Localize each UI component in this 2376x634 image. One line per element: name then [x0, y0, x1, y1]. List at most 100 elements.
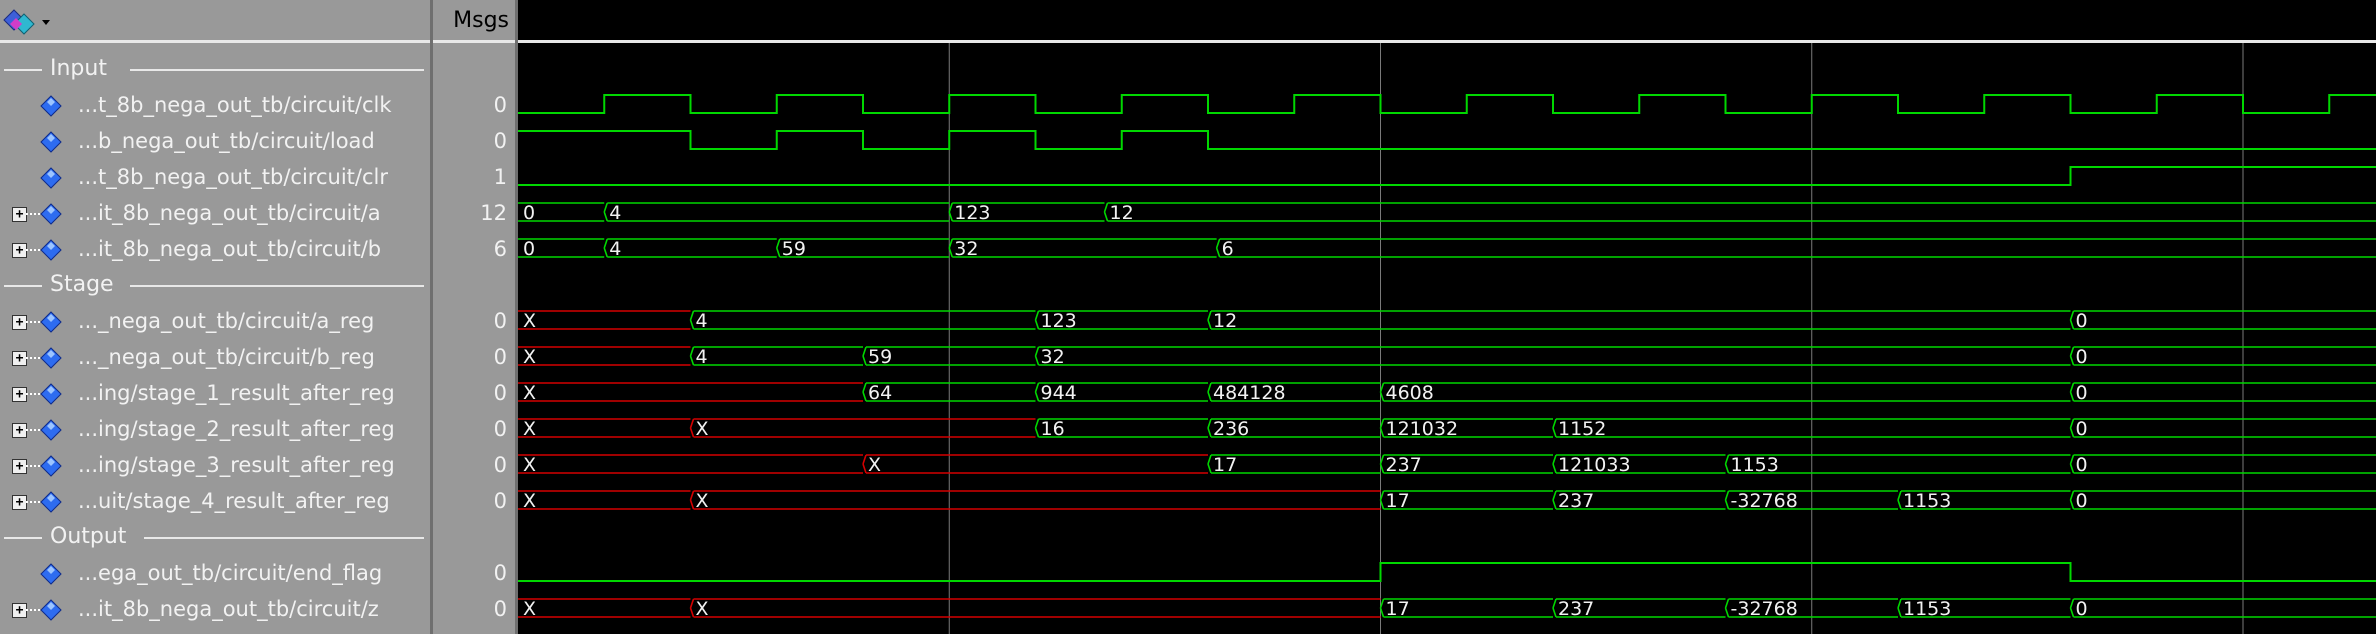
bus-value-label: 237: [1386, 454, 1422, 476]
signal-name[interactable]: ...it_8b_nega_out_tb/circuit/z: [78, 597, 379, 621]
signal-value: 0: [493, 93, 507, 117]
wave-tool-button[interactable]: [2, 4, 54, 38]
signal-value: 12: [480, 201, 507, 225]
bus-value-label: 0: [2076, 346, 2088, 368]
bus-value-label: X: [696, 418, 709, 440]
signal-row[interactable]: + ...it_8b_nega_out_tb/circuit/z 0: [0, 591, 515, 627]
signal-msg-value: 0: [433, 381, 515, 405]
bus-segment: [2069, 346, 2376, 366]
signal-msg-value: 0: [433, 417, 515, 441]
bus-value-label: 17: [1213, 454, 1237, 476]
bus-value-label: X: [523, 346, 536, 368]
bus-value-label: 0: [2076, 454, 2088, 476]
signal-row[interactable]: + ..._nega_out_tb/circuit/a_reg 0: [0, 303, 515, 339]
signal-row[interactable]: ...ega_out_tb/circuit/end_flag 0: [0, 555, 515, 591]
signal-name[interactable]: ...t_8b_nega_out_tb/circuit/clr: [78, 165, 388, 189]
signal-diamond-icon: [40, 311, 62, 333]
signal-name[interactable]: ...it_8b_nega_out_tb/circuit/a: [78, 201, 381, 225]
group-output[interactable]: Output: [0, 519, 430, 555]
tree-connector: [26, 357, 40, 359]
waveform-canvas[interactable]: 0 4 123 12 0 4 59 32 6 X 4 123 12 0 X 4 59 32 0 X 64 944 48412…: [518, 43, 2376, 634]
bus-value-label: X: [868, 454, 881, 476]
bus-segment: [2069, 382, 2376, 402]
bit-waveform: [518, 562, 2376, 582]
bus-segment: [518, 490, 691, 510]
signal-row[interactable]: ...t_8b_nega_out_tb/circuit/clk 0: [0, 87, 515, 123]
tree-connector: [26, 321, 40, 323]
signal-row[interactable]: + ..._nega_out_tb/circuit/b_reg 0: [0, 339, 515, 375]
expand-icon[interactable]: +: [12, 351, 27, 366]
bus-segment: [2069, 418, 2376, 438]
signal-msg-value: 0: [433, 561, 515, 585]
bus-value-label: 32: [954, 238, 978, 260]
signal-name[interactable]: ...b_nega_out_tb/circuit/load: [78, 129, 375, 153]
signal-row[interactable]: + ...it_8b_nega_out_tb/circuit/b 6: [0, 231, 515, 267]
bus-value-label: 4608: [1386, 382, 1434, 404]
bus-segment: [689, 598, 1381, 618]
bus-value-label: 0: [2076, 310, 2088, 332]
bus-value-label: 1153: [1903, 598, 1951, 620]
signal-name[interactable]: ...ega_out_tb/circuit/end_flag: [78, 561, 382, 585]
signal-name[interactable]: ..._nega_out_tb/circuit/b_reg: [78, 345, 375, 369]
bus-segment: [518, 382, 863, 402]
group-input[interactable]: Input: [0, 51, 430, 87]
bus-value-label: 4: [609, 238, 621, 260]
signal-msg-value: 0: [433, 597, 515, 621]
group-rule: [130, 285, 424, 287]
expand-icon[interactable]: +: [12, 603, 27, 618]
signal-name[interactable]: ...t_8b_nega_out_tb/circuit/clk: [78, 93, 392, 117]
signal-msg-value: 1: [433, 165, 515, 189]
signal-row[interactable]: + ...ing/stage_1_result_after_reg 0: [0, 375, 515, 411]
signal-value: 0: [493, 417, 507, 441]
diamond-dropdown-icon[interactable]: [2, 4, 54, 38]
signal-diamond-icon: [40, 239, 62, 261]
group-rule: [130, 69, 424, 71]
expand-icon[interactable]: +: [12, 423, 27, 438]
signal-value: 0: [493, 561, 507, 585]
expand-icon[interactable]: +: [12, 387, 27, 402]
signal-msg-value: 6: [433, 237, 515, 261]
signal-diamond-icon: [40, 95, 62, 117]
bus-value-label: 0: [2076, 418, 2088, 440]
group-stage[interactable]: Stage: [0, 267, 430, 303]
expand-icon[interactable]: +: [12, 459, 27, 474]
bit-waveform: [518, 130, 2376, 150]
signal-value: 0: [493, 345, 507, 369]
signal-diamond-icon: [40, 167, 62, 189]
signal-value: 0: [493, 489, 507, 513]
bus-value-label: 59: [868, 346, 892, 368]
expand-icon[interactable]: +: [12, 315, 27, 330]
group-rule: [144, 537, 424, 539]
bus-value-label: 0: [2076, 382, 2088, 404]
tree-connector: [26, 429, 40, 431]
bus-segment: [518, 346, 691, 366]
signal-diamond-icon: [40, 599, 62, 621]
signal-name[interactable]: ...ing/stage_3_result_after_reg: [78, 453, 395, 477]
bus-value-label: 237: [1558, 490, 1594, 512]
bus-segment: [862, 454, 1208, 474]
signal-row[interactable]: ...b_nega_out_tb/circuit/load 0: [0, 123, 515, 159]
signal-msg-value: 0: [433, 489, 515, 513]
signal-name[interactable]: ...ing/stage_1_result_after_reg: [78, 381, 395, 405]
expand-icon[interactable]: +: [12, 243, 27, 258]
expand-icon[interactable]: +: [12, 495, 27, 510]
signal-name[interactable]: ...it_8b_nega_out_tb/circuit/b: [78, 237, 381, 261]
bus-segment: [2069, 310, 2376, 330]
bus-value-label: 121032: [1386, 418, 1459, 440]
signal-row[interactable]: + ...uit/stage_4_result_after_reg 0: [0, 483, 515, 519]
signal-row[interactable]: + ...it_8b_nega_out_tb/circuit/a 12: [0, 195, 515, 231]
bus-value-label: -32768: [1731, 490, 1798, 512]
expand-icon[interactable]: +: [12, 207, 27, 222]
bus-value-label: -32768: [1731, 598, 1798, 620]
bus-value-label: 944: [1041, 382, 1077, 404]
signal-name[interactable]: ...uit/stage_4_result_after_reg: [78, 489, 390, 513]
bus-value-label: 12: [1110, 202, 1134, 224]
signal-value: 0: [493, 129, 507, 153]
signal-row[interactable]: ...t_8b_nega_out_tb/circuit/clr 1: [0, 159, 515, 195]
signal-row[interactable]: + ...ing/stage_3_result_after_reg 0: [0, 447, 515, 483]
bus-value-label: 17: [1386, 598, 1410, 620]
signal-name[interactable]: ...ing/stage_2_result_after_reg: [78, 417, 395, 441]
signal-value: 0: [493, 597, 507, 621]
signal-name[interactable]: ..._nega_out_tb/circuit/a_reg: [78, 309, 374, 333]
signal-row[interactable]: + ...ing/stage_2_result_after_reg 0: [0, 411, 515, 447]
